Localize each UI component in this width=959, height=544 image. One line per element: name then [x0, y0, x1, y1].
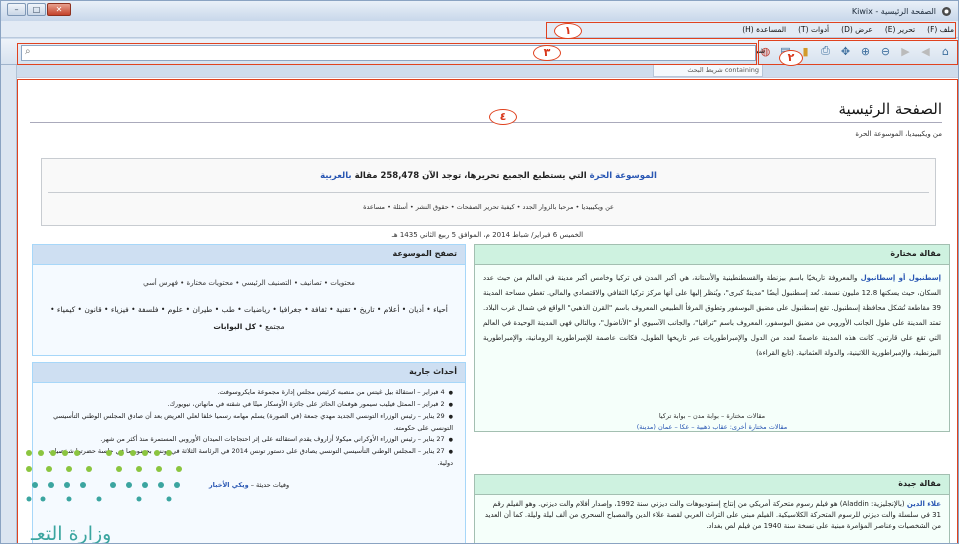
recent-deaths-text: وفيات حديثة – — [250, 481, 290, 489]
search-suggestion[interactable]: containing شريط البحث — [653, 64, 763, 77]
welcome-box: الموسوعة الحرة التي يستطيع الجميع تحريره… — [41, 158, 936, 226]
maximize-button[interactable]: □ — [27, 3, 46, 16]
free-encyclopedia-link[interactable]: الموسوعة الحرة — [590, 171, 657, 181]
browse-row-1[interactable]: محتويات • تصانيف • التصنيف الرئيسي • محت… — [33, 265, 465, 297]
title-divider — [30, 122, 942, 123]
menu-file[interactable]: ملف (F) — [927, 25, 954, 34]
zoom-out-icon[interactable]: ⊖ — [877, 42, 894, 60]
welcome-count-text: التي يستطيع الجميع تحريرها، توجد الآن 25… — [354, 171, 587, 181]
featured-links: مقالات مختارة – بوابة مدن – بوابة تركيا … — [475, 411, 949, 433]
featured-body: إسطنبول أو إسطانبول والمعروفة تاريخيًا ب… — [475, 265, 949, 367]
app-window: الصفحة الرئيسية - Kiwix – □ ✕ ملف (F) تح… — [0, 0, 959, 544]
search-input[interactable] — [21, 45, 756, 61]
browse-row-2: أحياء • أديان • أعلام • تاريخ • تقنية • … — [33, 297, 465, 339]
menu-tools[interactable]: أدوات (T) — [798, 25, 829, 34]
fullscreen-icon[interactable]: ✥ — [837, 42, 854, 60]
print-icon[interactable]: ⎙ — [817, 42, 834, 60]
welcome-headline: الموسوعة الحرة التي يستطيع الجميع تحريره… — [42, 171, 935, 181]
menu-view[interactable]: عرض (D) — [841, 25, 873, 34]
browse-header: تصفح الموسوعة — [33, 245, 465, 265]
back-icon[interactable]: ◀ — [917, 42, 934, 60]
news-header: أحداث جارية — [33, 363, 465, 383]
page-title: الصفحة الرئيسية — [838, 100, 943, 118]
menu-help[interactable]: المساعدة (H) — [742, 25, 786, 34]
menu-edit[interactable]: تحرير (E) — [885, 25, 915, 34]
home-icon[interactable]: ⌂ — [937, 42, 954, 60]
featured-text: والمعروفة تاريخيًا باسم بيزنطة والقسطنطي… — [483, 274, 941, 357]
news-item[interactable]: 29 يناير – رئيس الوزراء التونسي الجديد م… — [45, 411, 453, 434]
callout-number-4: ٤ — [489, 109, 517, 125]
featured-article-box: مقالة مختارة إسطنبول أو إسطانبول والمعرو… — [474, 244, 950, 432]
ministry-watermark: وزارة التعـ — [9, 441, 189, 544]
forward-icon[interactable]: ▶ — [897, 42, 914, 60]
watermark-dots-logo — [26, 450, 182, 502]
good-text: (بالإنجليزية: Aladdin) هو فيلم رسوم متحر… — [484, 500, 941, 530]
good-header: مقالة جيدة — [475, 475, 949, 495]
wikinews-link[interactable]: ويكي الأخبار — [209, 481, 249, 489]
browse-box: تصفح الموسوعة محتويات • تصانيف • التصنيف… — [32, 244, 466, 356]
menu-bar: ملف (F) تحرير (E) عرض (D) أدوات (T) المس… — [1, 21, 958, 38]
window-title: الصفحة الرئيسية - Kiwix — [851, 6, 936, 16]
watermark-text: وزارة التعـ — [31, 523, 112, 544]
kiwix-app-icon — [942, 6, 951, 16]
window-controls: – □ ✕ — [7, 3, 71, 16]
search-icon: ⌕ — [25, 46, 31, 57]
welcome-divider — [48, 192, 929, 193]
callout-number-3: ٣ — [533, 45, 561, 61]
callout-number-2: ٢ — [779, 50, 803, 66]
close-button[interactable]: ✕ — [47, 3, 71, 16]
good-body: علاء الدين (بالإنجليزية: Aladdin) هو فيل… — [475, 495, 949, 536]
news-item[interactable]: 2 فبراير – الممثل فيليب سيمور هوفمان الح… — [45, 399, 453, 411]
welcome-links[interactable]: عن ويكيبيديا • مرحبا بالزوار الجدد • كيف… — [42, 203, 935, 211]
featured-links-1[interactable]: مقالات مختارة – بوابة مدن – بوابة تركيا — [475, 411, 949, 422]
good-lead-link[interactable]: علاء الدين — [907, 500, 941, 508]
all-portals-link[interactable]: كل البوابات — [213, 322, 256, 331]
featured-links-2[interactable]: مقالات مختارة أخرى: عقاب ذهبية – عكا – ع… — [475, 422, 949, 433]
minimize-button[interactable]: – — [7, 3, 26, 16]
page-subtitle: من ويكيبيديا، الموسوعة الحرة — [855, 130, 942, 138]
news-item[interactable]: 4 فبراير – استقالة بيل غيتس من منصبه كرئ… — [45, 387, 453, 399]
good-article-box: مقالة جيدة علاء الدين (بالإنجليزية: Alad… — [474, 474, 950, 543]
title-bar: الصفحة الرئيسية - Kiwix — [1, 1, 958, 21]
toolbar-icons: ⌂ ◀ ▶ ⊖ ⊕ ✥ ⎙ ▮ ▤ ◍ ◎ — [737, 42, 954, 60]
zoom-in-icon[interactable]: ⊕ — [857, 42, 874, 60]
featured-lead-link[interactable]: إسطنبول أو إسطانبول — [861, 274, 941, 282]
date-line: الخميس 6 فبراير/ شباط 2014 م، الموافق 5 … — [391, 231, 584, 239]
callout-number-1: ١ — [554, 23, 582, 39]
featured-header: مقالة مختارة — [475, 245, 949, 265]
arabic-link[interactable]: بالعربية — [320, 171, 351, 181]
